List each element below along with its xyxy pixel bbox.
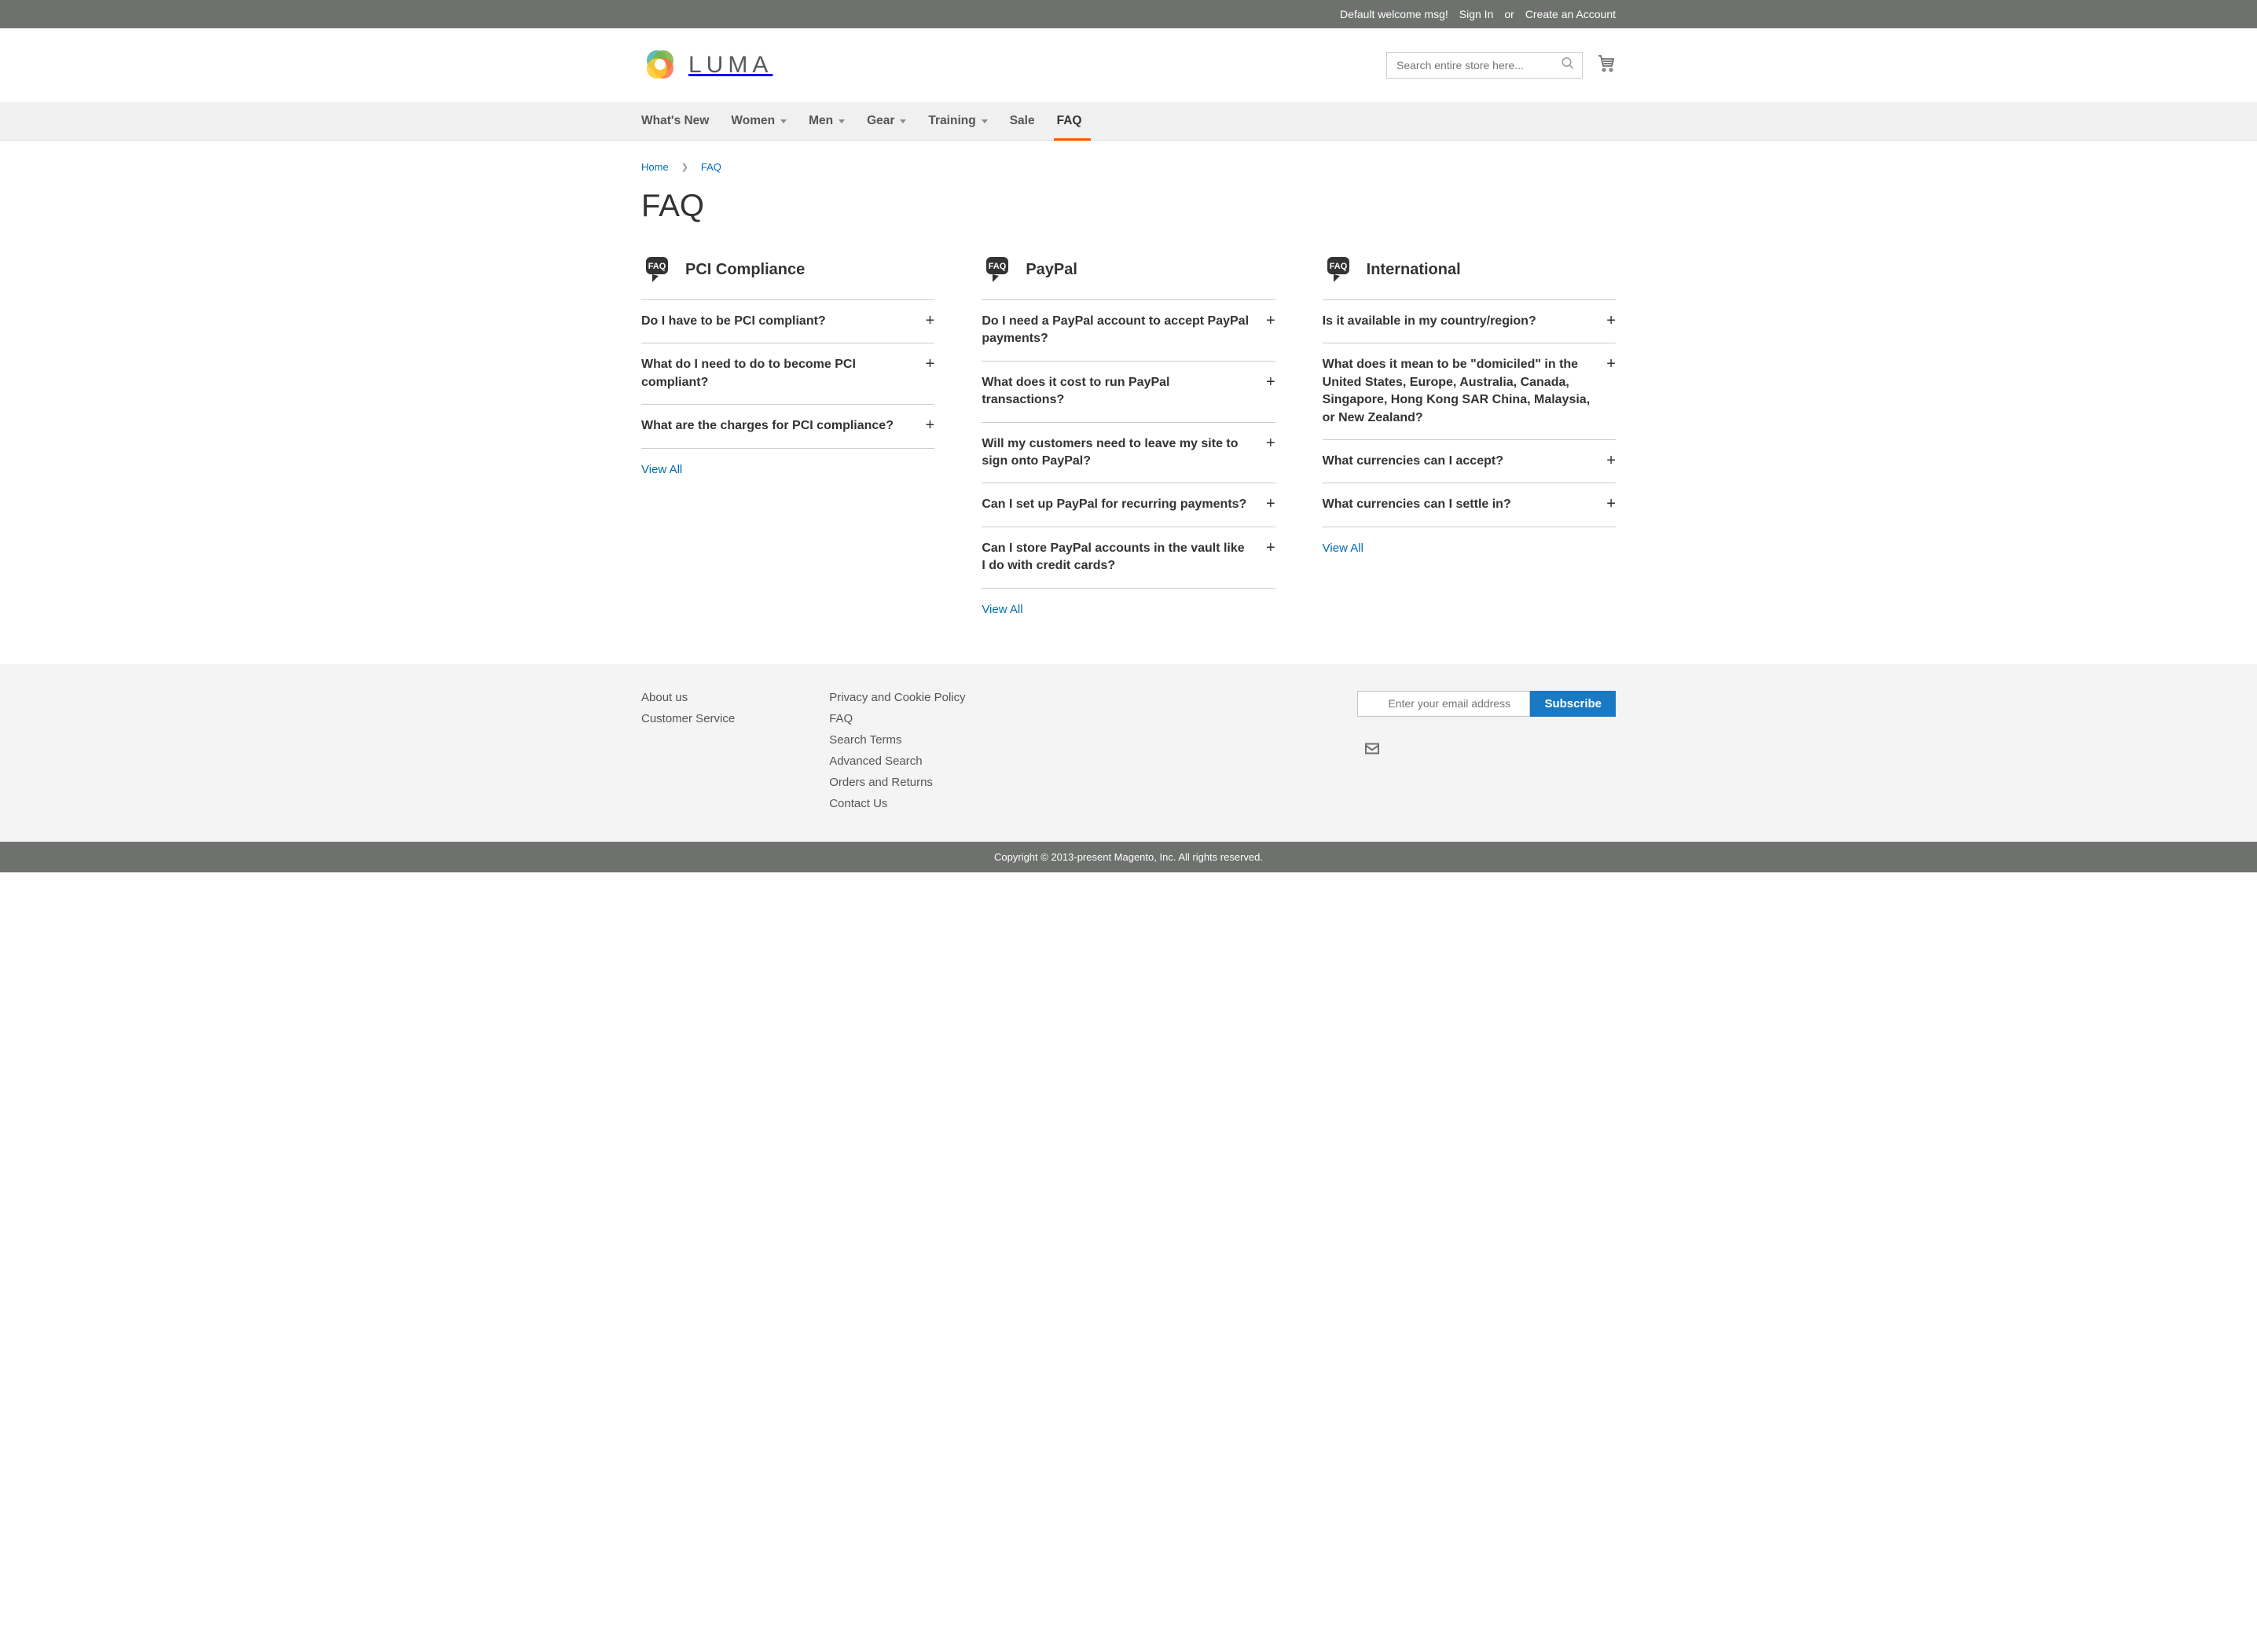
nav-bar: What's New Women Men Gear Training Sale … [0, 102, 2257, 141]
search-input[interactable] [1386, 52, 1583, 79]
nav-training[interactable]: Training [920, 102, 1001, 140]
svg-text:FAQ: FAQ [648, 262, 666, 271]
faq-question[interactable]: What currencies can I accept?+ [1323, 440, 1616, 483]
header: LUMA [0, 28, 2257, 102]
page-title: FAQ [641, 189, 1616, 224]
faq-question[interactable]: What does it cost to run PayPal transact… [982, 362, 1275, 423]
plus-icon: + [1606, 356, 1616, 372]
svg-text:FAQ: FAQ [989, 262, 1007, 271]
faq-question[interactable]: Do I need a PayPal account to accept Pay… [982, 300, 1275, 362]
faq-col-international: FAQ International Is it available in my … [1323, 254, 1616, 617]
footer-link-orders-returns[interactable]: Orders and Returns [829, 776, 965, 789]
faq-icon: FAQ [641, 254, 673, 285]
copyright: Copyright © 2013-present Magento, Inc. A… [0, 842, 2257, 872]
plus-icon: + [1266, 374, 1275, 390]
footer-col-2: Privacy and Cookie Policy FAQ Search Ter… [829, 691, 965, 810]
newsletter-form: Subscribe [1357, 691, 1616, 810]
search-icon[interactable] [1561, 57, 1575, 75]
faq-header-international: FAQ International [1323, 254, 1616, 300]
footer-link-contact[interactable]: Contact Us [829, 797, 965, 810]
logo-text: LUMA [688, 52, 773, 79]
welcome-message: Default welcome msg! [1340, 8, 1448, 20]
breadcrumb-home[interactable]: Home [641, 161, 669, 173]
faq-question[interactable]: What are the charges for PCI compliance?… [641, 405, 934, 448]
faq-question[interactable]: Can I store PayPal accounts in the vault… [982, 527, 1275, 589]
chevron-down-icon [900, 119, 906, 123]
breadcrumb-faq[interactable]: FAQ [701, 161, 721, 173]
faq-header-paypal: FAQ PayPal [982, 254, 1275, 300]
faq-icon: FAQ [1323, 254, 1354, 285]
footer-link-privacy[interactable]: Privacy and Cookie Policy [829, 691, 965, 704]
newsletter-input[interactable] [1357, 691, 1530, 717]
plus-icon: + [926, 417, 935, 433]
nav-women[interactable]: Women [723, 102, 801, 140]
faq-question[interactable]: What does it mean to be "domiciled" in t… [1323, 343, 1616, 440]
faq-columns: FAQ PCI Compliance Do I have to be PCI c… [641, 254, 1616, 617]
top-bar: Default welcome msg! Sign In or Create a… [0, 0, 2257, 28]
faq-title-international: International [1367, 261, 1461, 279]
footer-link-customer-service[interactable]: Customer Service [641, 712, 735, 725]
faq-header-pci: FAQ PCI Compliance [641, 254, 934, 300]
faq-question[interactable]: What do I need to do to become PCI compl… [641, 343, 934, 405]
nav-gear[interactable]: Gear [859, 102, 920, 140]
plus-icon: + [1266, 435, 1275, 451]
chevron-down-icon [780, 119, 787, 123]
faq-question[interactable]: Will my customers need to leave my site … [982, 423, 1275, 484]
plus-icon: + [1606, 496, 1616, 512]
footer-links: About us Customer Service Privacy and Co… [641, 691, 966, 810]
logo-icon [641, 46, 679, 84]
svg-text:FAQ: FAQ [1329, 262, 1347, 271]
plus-icon: + [926, 356, 935, 372]
breadcrumb: Home ❯ FAQ [641, 156, 1616, 173]
view-all-link[interactable]: View All [1323, 541, 1363, 555]
faq-icon: FAQ [982, 254, 1013, 285]
plus-icon: + [926, 313, 935, 329]
footer-link-advanced-search[interactable]: Advanced Search [829, 754, 965, 768]
footer-link-about[interactable]: About us [641, 691, 735, 704]
nav-sale[interactable]: Sale [1002, 102, 1049, 140]
cart-icon[interactable] [1597, 54, 1616, 77]
plus-icon: + [1266, 540, 1275, 556]
plus-icon: + [1266, 496, 1275, 512]
plus-icon: + [1606, 313, 1616, 329]
breadcrumb-separator: ❯ [681, 162, 688, 172]
sign-in-link[interactable]: Sign In [1459, 8, 1494, 20]
view-all-link[interactable]: View All [982, 603, 1022, 616]
or-separator: or [1504, 8, 1514, 20]
faq-title-pci: PCI Compliance [685, 261, 805, 279]
chevron-down-icon [982, 119, 988, 123]
nav-whats-new[interactable]: What's New [641, 102, 723, 140]
faq-question[interactable]: Is it available in my country/region?+ [1323, 300, 1616, 343]
chevron-down-icon [839, 119, 845, 123]
footer-link-search-terms[interactable]: Search Terms [829, 733, 965, 747]
nav-faq[interactable]: FAQ [1049, 102, 1096, 140]
footer-col-1: About us Customer Service [641, 691, 735, 810]
faq-question[interactable]: Can I set up PayPal for recurring paymen… [982, 483, 1275, 527]
subscribe-button[interactable]: Subscribe [1530, 691, 1616, 717]
faq-title-paypal: PayPal [1026, 261, 1077, 279]
plus-icon: + [1606, 453, 1616, 468]
create-account-link[interactable]: Create an Account [1525, 8, 1616, 20]
mail-icon [1365, 743, 1379, 758]
view-all-link[interactable]: View All [641, 463, 682, 476]
plus-icon: + [1266, 313, 1275, 329]
faq-col-paypal: FAQ PayPal Do I need a PayPal account to… [982, 254, 1275, 617]
faq-question[interactable]: What currencies can I settle in?+ [1323, 483, 1616, 527]
logo-link[interactable]: LUMA [641, 46, 773, 84]
main-content: Home ❯ FAQ FAQ FAQ PCI Compliance Do I h… [626, 141, 1631, 633]
faq-col-pci: FAQ PCI Compliance Do I have to be PCI c… [641, 254, 934, 617]
footer: About us Customer Service Privacy and Co… [0, 664, 2257, 842]
nav-men[interactable]: Men [801, 102, 859, 140]
faq-question[interactable]: Do I have to be PCI compliant?+ [641, 300, 934, 343]
footer-link-faq[interactable]: FAQ [829, 712, 965, 725]
